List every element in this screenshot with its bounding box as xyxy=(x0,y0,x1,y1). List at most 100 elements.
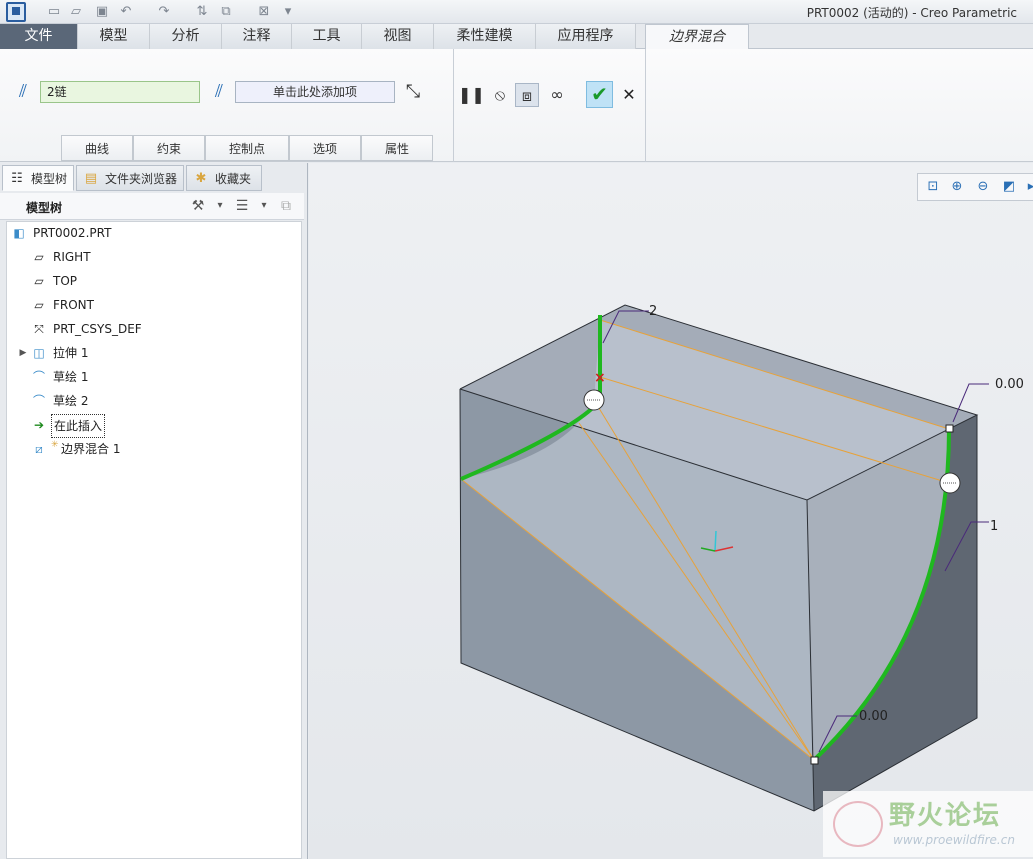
tab-folder-browser[interactable]: ▤ 文件夹浏览器 xyxy=(76,165,184,191)
start-point-marker-icon: × xyxy=(594,370,606,386)
subtab-control-points[interactable]: 控制点 xyxy=(205,135,289,161)
customize-icon[interactable]: ▾ xyxy=(280,4,296,20)
graphics-window[interactable]: × 2 1 0.00 0.00 ⊡ ⊕ ⊖ ◩ ▸ 野火论坛 www.proew… xyxy=(309,163,1033,859)
chevron-down-icon[interactable]: ▾ xyxy=(210,196,230,216)
favorites-icon: ✱ xyxy=(195,171,207,186)
tree-item-label: 拉伸 1 xyxy=(53,346,89,360)
filter-icon[interactable]: ⧉ xyxy=(276,196,296,216)
tree-item-label: RIGHT xyxy=(53,250,91,264)
ok-button[interactable]: ✔ xyxy=(586,81,613,108)
subtab-options[interactable]: 选项 xyxy=(289,135,361,161)
tab-boundary-blend[interactable]: 边界混合 xyxy=(645,24,749,50)
datum-plane-icon: ▱ xyxy=(34,298,44,312)
tree-item-label: 边界混合 1 xyxy=(61,442,121,456)
chevron-down-icon[interactable]: ▾ xyxy=(254,196,274,216)
repaint-icon[interactable]: ◩ xyxy=(1000,178,1018,196)
model-tree-header: 模型树 ⚒ ▾ ☰ ▾ ⧉ xyxy=(0,193,304,220)
csys-icon: ⤧ xyxy=(34,322,44,336)
verify-preview-icon[interactable]: ∞ xyxy=(545,83,569,107)
tree-item-label: 草绘 2 xyxy=(53,394,89,408)
tab-annotate[interactable]: 注释 xyxy=(222,24,292,49)
preview-geometry-icon[interactable]: ⧈ xyxy=(515,83,539,107)
save-icon[interactable]: ▣ xyxy=(94,4,110,20)
tab-tools[interactable]: 工具 xyxy=(292,24,362,49)
more-icon[interactable]: ▸ xyxy=(1022,178,1033,196)
chain-2-label: 2 xyxy=(649,304,657,319)
redo-icon[interactable]: ↷ xyxy=(156,4,172,20)
settings-icon[interactable]: ⚒ xyxy=(188,196,208,216)
subtab-curves[interactable]: 曲线 xyxy=(61,135,133,161)
model-tree-icon: ☷ xyxy=(11,171,23,186)
ribbon-tabs: 文件 模型 分析 注释 工具 视图 柔性建模 应用程序 边界混合 xyxy=(0,24,1033,50)
vertex-handle[interactable] xyxy=(945,424,954,433)
boundary-value-label[interactable]: 0.00 xyxy=(859,709,888,724)
insert-arrow-icon: ➔ xyxy=(33,418,45,432)
open-icon[interactable]: ▱ xyxy=(68,4,84,20)
ribbon: ⫽ 2链 ⫽ 单击此处添加项 ⤡ 曲线 约束 控制点 选项 属性 ❚❚ ⦸ ⧈ … xyxy=(0,49,1033,162)
first-direction-collector[interactable]: 2链 xyxy=(40,81,200,103)
watermark-url: www.proewildfire.cn xyxy=(893,833,1015,847)
app-icon[interactable] xyxy=(6,2,26,22)
undo-icon[interactable]: ↶ xyxy=(118,4,134,20)
second-direction-collector[interactable]: 单击此处添加项 xyxy=(235,81,395,103)
datum-plane-icon: ▱ xyxy=(34,274,44,288)
title-bar: ▭ ▱ ▣ ↶ ↷ ⇅ ⧉ ⊠ ▾ PRT0002 (活动的) - Creo P… xyxy=(0,0,1033,24)
new-feature-marker-icon: ✳ xyxy=(51,440,59,450)
tree-item-label: PRT_CSYS_DEF xyxy=(53,322,142,336)
tree-item-label: 在此插入 xyxy=(51,414,106,438)
ribbon-separator xyxy=(453,49,454,162)
watermark-text: 野火论坛 xyxy=(889,801,1002,831)
vertex-handle[interactable] xyxy=(810,756,819,765)
subtab-constraints[interactable]: 约束 xyxy=(133,135,205,161)
watermark: 野火论坛 www.proewildfire.cn xyxy=(823,791,1033,857)
model-canvas[interactable]: × 2 1 0.00 0.00 xyxy=(309,163,1033,859)
regenerate-icon[interactable]: ⇅ xyxy=(194,4,210,20)
model-tree-title: 模型树 xyxy=(26,201,63,215)
close-window-icon[interactable]: ⊠ xyxy=(256,4,272,20)
expand-arrow-icon[interactable]: ▶ xyxy=(15,345,31,361)
cancel-button[interactable]: ✕ xyxy=(618,83,640,107)
watermark-logo-icon xyxy=(833,801,883,847)
view-toolbar: ⊡ ⊕ ⊖ ◩ ▸ xyxy=(917,173,1033,201)
tab-label: 收藏夹 xyxy=(215,172,252,186)
window-title: PRT0002 (活动的) - Creo Parametric xyxy=(806,6,1017,20)
swap-direction-icon[interactable]: ⤡ xyxy=(402,81,424,103)
refit-icon[interactable]: ⊡ xyxy=(924,178,942,196)
boundary-value-label[interactable]: 0.00 xyxy=(995,377,1024,392)
datum-plane-icon: ▱ xyxy=(34,250,44,264)
zoom-in-icon[interactable]: ⊕ xyxy=(948,178,966,196)
window-icon[interactable]: ⧉ xyxy=(218,4,234,20)
tab-favorites[interactable]: ✱ 收藏夹 xyxy=(186,165,262,191)
first-direction-icon: ⫽ xyxy=(18,81,28,102)
new-icon[interactable]: ▭ xyxy=(46,4,62,20)
navigator-panel: ☷ 模型树 ▤ 文件夹浏览器 ✱ 收藏夹 模型树 ⚒ ▾ ☰ ▾ ⧉ ◧ PRT… xyxy=(0,163,308,859)
tab-file[interactable]: 文件 xyxy=(0,24,78,49)
tab-view[interactable]: 视图 xyxy=(362,24,434,49)
extrude-icon: ◫ xyxy=(33,346,45,360)
sketch-icon: ⌒ xyxy=(32,394,45,408)
boundary-blend-icon: ⧄ xyxy=(35,442,43,456)
zoom-out-icon[interactable]: ⊖ xyxy=(974,178,992,196)
tab-label: 模型树 xyxy=(31,172,68,186)
chain-1-label: 1 xyxy=(990,519,998,534)
model-tree: ◧ PRT0002.PRT ▱ RIGHT ▱ TOP ▱ FRONT ⤧ PR… xyxy=(6,221,302,859)
tab-label: 文件夹浏览器 xyxy=(105,172,178,186)
tree-item-label: FRONT xyxy=(53,298,94,312)
tree-item-label: PRT0002.PRT xyxy=(33,226,112,240)
tree-item-label: 草绘 1 xyxy=(53,370,89,384)
ribbon-separator xyxy=(645,49,646,162)
part-icon: ◧ xyxy=(13,226,25,240)
folder-icon: ▤ xyxy=(84,171,98,186)
tab-analysis[interactable]: 分析 xyxy=(150,24,222,49)
tab-model[interactable]: 模型 xyxy=(78,24,150,49)
tab-model-tree[interactable]: ☷ 模型树 xyxy=(2,165,74,191)
sketch-icon: ⌒ xyxy=(32,370,45,384)
subtab-properties[interactable]: 属性 xyxy=(361,135,433,161)
tree-item-label: TOP xyxy=(53,274,78,288)
second-direction-icon: ⫽ xyxy=(214,81,224,102)
show-icon[interactable]: ☰ xyxy=(232,196,252,216)
tab-flexible-modeling[interactable]: 柔性建模 xyxy=(434,24,536,49)
pause-icon[interactable]: ❚❚ xyxy=(458,83,485,107)
no-preview-icon[interactable]: ⦸ xyxy=(488,83,512,107)
tab-applications[interactable]: 应用程序 xyxy=(536,24,636,49)
